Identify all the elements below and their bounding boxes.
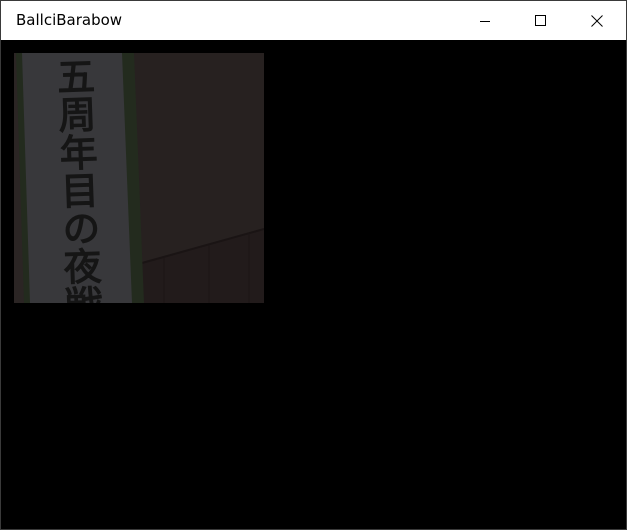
content-area: 五周年目の夜戦帝 — [1, 40, 626, 529]
minimize-button[interactable] — [462, 1, 508, 40]
close-button[interactable] — [574, 1, 620, 40]
app-window: BallciBarabow 五周年目の夜戦帝 — [0, 0, 627, 530]
maximize-icon — [535, 14, 546, 26]
close-icon — [591, 14, 603, 27]
maximize-button[interactable] — [518, 1, 564, 40]
window-title: BallciBarabow — [16, 11, 123, 29]
photo-svg: 五周年目の夜戦帝 — [14, 53, 264, 303]
minimize-icon — [480, 20, 490, 22]
title-bar[interactable]: BallciBarabow — [1, 1, 626, 40]
photo-image: 五周年目の夜戦帝 — [14, 53, 264, 303]
